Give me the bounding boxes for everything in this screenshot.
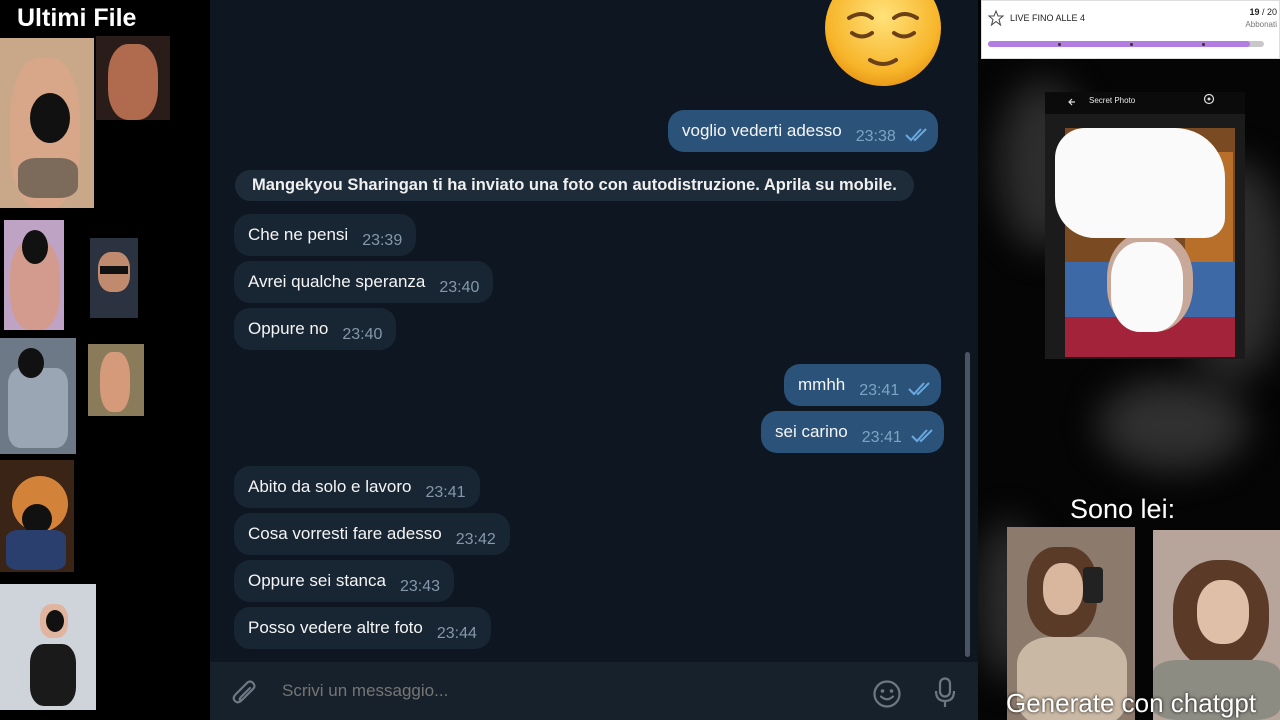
- outgoing-message[interactable]: mmhh 23:41: [784, 364, 942, 406]
- recent-file-thumbnail[interactable]: [0, 460, 74, 572]
- goal-count-total: / 20: [1261, 7, 1277, 17]
- message-text: Avrei qualche speranza: [248, 272, 426, 291]
- message-composer: [210, 662, 978, 720]
- recent-file-thumbnail[interactable]: [90, 238, 138, 318]
- message-text: Abito da solo e lavoro: [248, 477, 412, 496]
- goal-subtitle: Abbonati: [1245, 20, 1277, 29]
- goal-progress-bar: [988, 41, 1264, 47]
- caption-sono-lei: Sono lei:: [1070, 494, 1176, 524]
- right-stream-overlay-panel: LIVE FINO ALLE 4 19 / 20 Abbonati Secret…: [978, 0, 1280, 720]
- message-time: 23:41: [861, 429, 902, 446]
- incoming-message[interactable]: Oppure no 23:40: [234, 308, 397, 350]
- secret-photo-screenshot: Secret Photo: [1045, 92, 1245, 359]
- attach-paperclip-icon[interactable]: [232, 679, 258, 707]
- message-text: Oppure no: [248, 319, 329, 338]
- message-text: sei carino: [775, 422, 848, 441]
- incoming-message[interactable]: Posso vedere altre foto 23:44: [234, 607, 491, 649]
- left-recent-files-panel: Ultimi File: [0, 0, 210, 720]
- recent-file-thumbnail[interactable]: [0, 584, 96, 710]
- recent-file-thumbnail[interactable]: [88, 344, 144, 416]
- message-time: 23:38: [855, 128, 896, 145]
- read-checkmarks-icon: [908, 382, 930, 396]
- goal-milestone-dot: [1130, 42, 1133, 46]
- recent-file-thumbnail[interactable]: [0, 38, 94, 208]
- emoji-smile-icon[interactable]: [872, 679, 902, 709]
- incoming-message[interactable]: Avrei qualche speranza 23:40: [234, 261, 494, 303]
- subscriber-goal-widget: LIVE FINO ALLE 4 19 / 20 Abbonati: [981, 0, 1280, 59]
- message-time: 23:42: [455, 531, 496, 548]
- incoming-message[interactable]: Che ne pensi 23:39: [234, 214, 417, 256]
- goal-milestone-dot: [1202, 42, 1205, 46]
- back-arrow-icon: [1068, 98, 1075, 106]
- goal-title: LIVE FINO ALLE 4: [1010, 13, 1086, 23]
- incoming-message[interactable]: Cosa vorresti fare adesso 23:42: [234, 513, 510, 555]
- message-time: 23:39: [362, 232, 403, 249]
- goal-count: 19 / 20: [1249, 7, 1277, 17]
- goal-milestone-dot: [1058, 42, 1061, 46]
- caption-generated-with-chatgpt: Generate con chatgpt: [1006, 688, 1257, 718]
- outgoing-message[interactable]: sei carino 23:41: [761, 411, 944, 453]
- incoming-message[interactable]: Abito da solo e lavoro 23:41: [234, 466, 480, 508]
- read-checkmarks-icon: [905, 128, 927, 142]
- message-time: 23:41: [859, 382, 900, 399]
- message-text: mmhh: [798, 375, 846, 394]
- message-text: Posso vedere altre foto: [248, 618, 423, 637]
- chat-scrollbar[interactable]: [965, 352, 970, 657]
- background-smoke: [1098, 380, 1248, 470]
- recent-file-thumbnail[interactable]: [4, 220, 64, 330]
- telegram-chat-panel: voglio vederti adesso 23:38 Mangekyou Sha…: [210, 0, 978, 720]
- left-panel-title: Ultimi File: [17, 4, 137, 32]
- incoming-message[interactable]: Oppure sei stanca 23:43: [234, 560, 455, 602]
- message-time: 23:43: [399, 578, 441, 595]
- read-checkmarks-icon: [911, 429, 933, 443]
- outgoing-message[interactable]: voglio vederti adesso 23:38: [668, 110, 938, 152]
- recent-file-thumbnail[interactable]: [0, 338, 76, 454]
- timer-icon: [1203, 93, 1215, 105]
- message-text: Cosa vorresti fare adesso: [248, 524, 442, 543]
- message-time: 23:40: [342, 326, 383, 343]
- message-time: 23:44: [436, 625, 477, 642]
- message-text: voglio vederti adesso: [682, 121, 842, 140]
- recent-file-thumbnail[interactable]: [96, 36, 170, 120]
- microphone-icon[interactable]: [934, 677, 956, 709]
- star-badge-icon: [988, 10, 1004, 26]
- message-time: 23:41: [425, 484, 466, 501]
- message-time: 23:40: [439, 279, 480, 296]
- goal-progress-fill: [988, 41, 1251, 47]
- message-text: Che ne pensi: [248, 225, 349, 244]
- goal-count-value: 19: [1249, 7, 1260, 17]
- message-text: Oppure sei stanca: [248, 571, 386, 590]
- phone-screen-title: Secret Photo: [1089, 96, 1136, 105]
- relieved-face-sticker: [825, 0, 941, 86]
- service-message-self-destruct-photo[interactable]: Mangekyou Sharingan ti ha inviato una fo…: [235, 170, 914, 201]
- message-input[interactable]: [282, 681, 802, 701]
